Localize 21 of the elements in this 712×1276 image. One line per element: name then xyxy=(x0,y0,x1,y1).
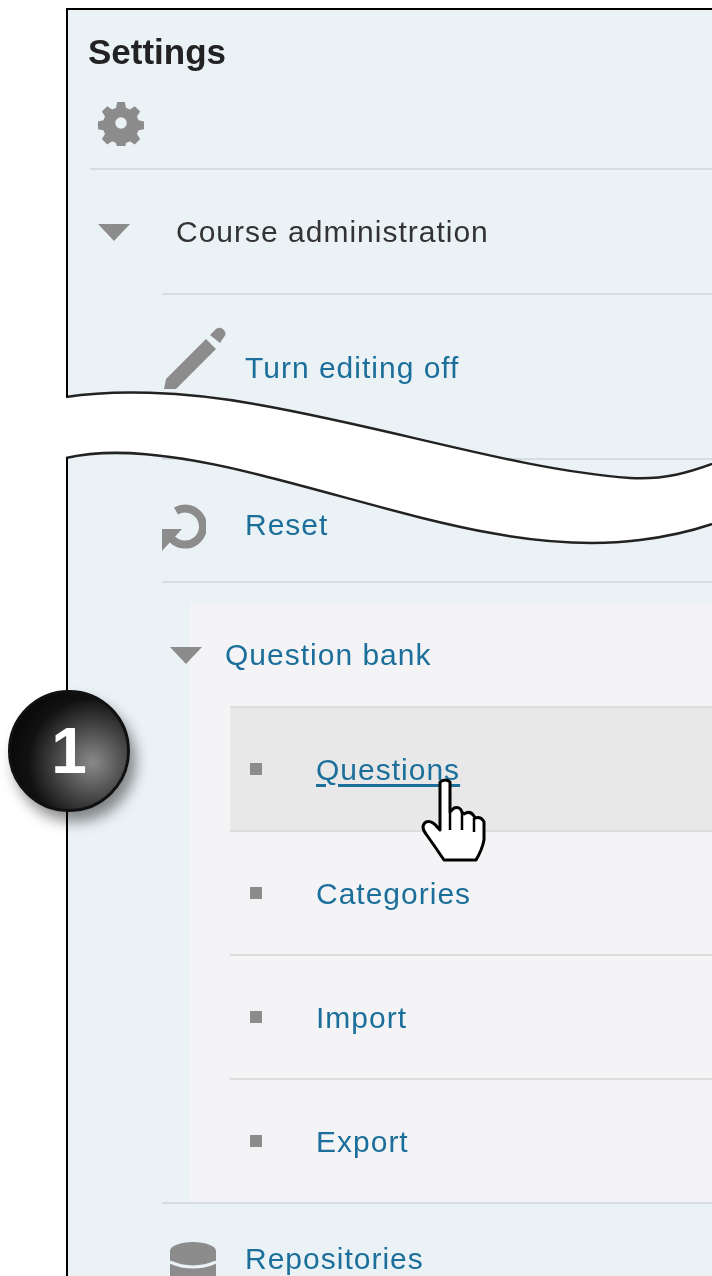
menu-link[interactable]: Repositories xyxy=(245,1236,424,1276)
menu-link[interactable]: Import xyxy=(316,994,408,1040)
menu-item[interactable]: Questions xyxy=(230,706,712,830)
expand-triangle-icon[interactable] xyxy=(98,221,130,242)
panel-title: Settings xyxy=(87,31,228,72)
menu-link[interactable]: Questions xyxy=(316,746,461,792)
bullet-icon xyxy=(250,887,262,899)
menu-link[interactable]: Export xyxy=(316,1118,409,1164)
menu-item[interactable]: Import xyxy=(230,954,712,1078)
collapse-triangle-icon[interactable] xyxy=(170,644,202,665)
bullet-icon xyxy=(250,1011,262,1023)
callout-badge: 1 xyxy=(8,690,130,812)
menu-link[interactable]: Question bank xyxy=(225,632,432,677)
menu-link[interactable]: Reset xyxy=(245,502,329,547)
section-heading[interactable]: Course administration xyxy=(176,209,489,254)
bullet-icon xyxy=(250,1135,262,1147)
bullet-icon xyxy=(250,763,262,775)
menu-link[interactable]: Turn editing off xyxy=(245,345,460,390)
settings-icon xyxy=(98,100,144,146)
menu-link[interactable]: Categories xyxy=(316,870,472,916)
menu-item[interactable]: Export xyxy=(230,1078,712,1202)
